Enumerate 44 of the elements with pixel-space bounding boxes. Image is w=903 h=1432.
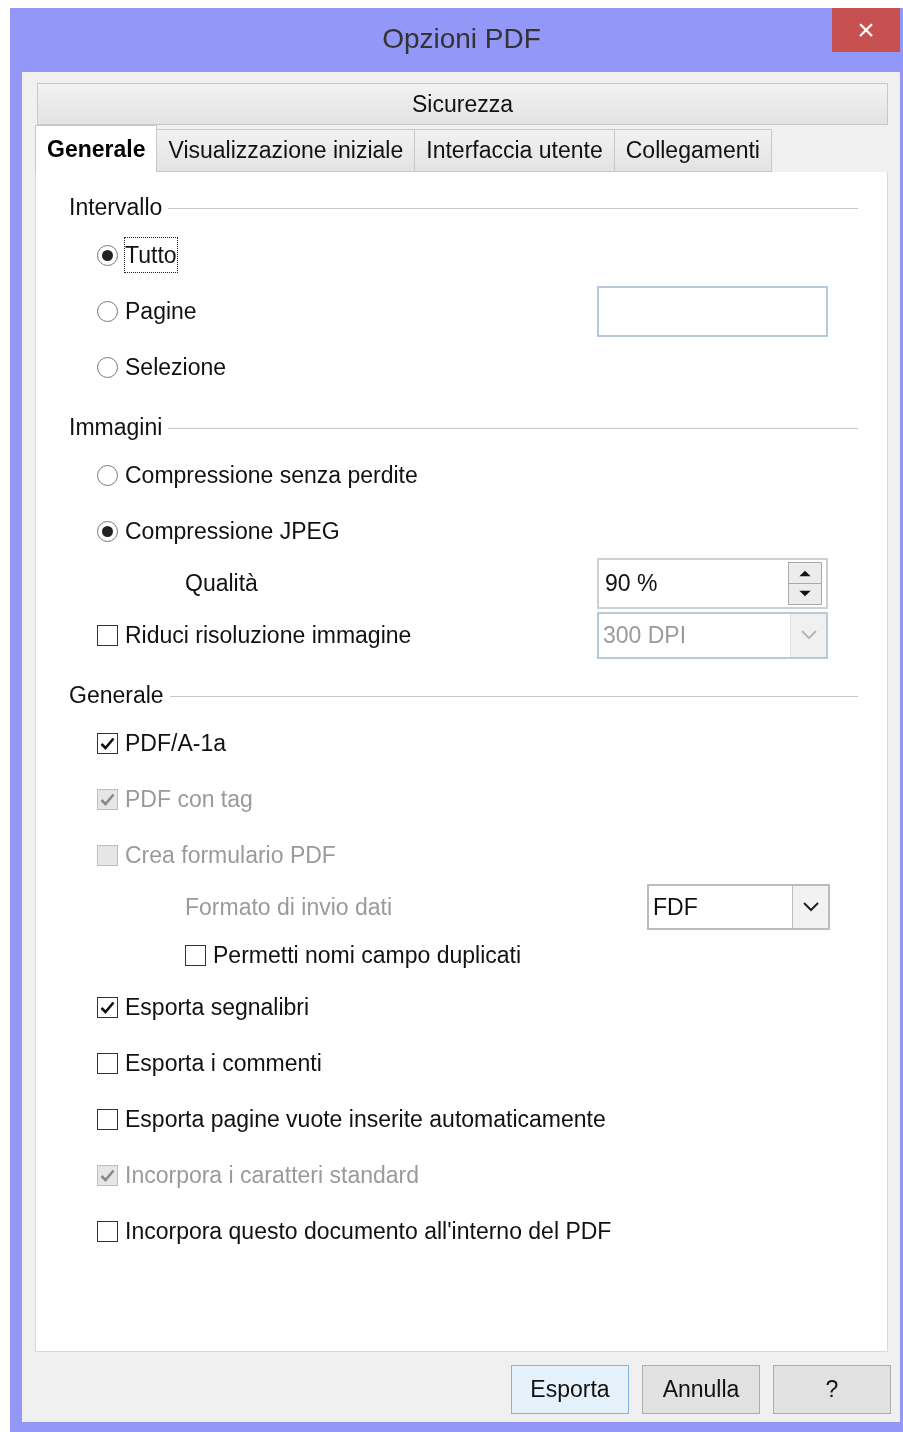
spin-field[interactable]: 90 % <box>597 557 828 609</box>
option-label: Riduci risoluzione immagine <box>125 620 412 650</box>
section-heading: Immagini <box>69 412 163 442</box>
option-label: Esporta segnalibri <box>125 992 310 1022</box>
option-label: Compressione JPEG <box>125 516 340 546</box>
tab[interactable]: Collegamenti <box>613 129 772 172</box>
option-label: Tutto <box>125 237 177 273</box>
field-label: Qualità <box>185 568 258 598</box>
section-heading: Intervallo <box>69 192 163 222</box>
spin-arrows-icon[interactable] <box>788 561 822 605</box>
checkbox[interactable] <box>97 1108 118 1130</box>
option-label: Incorpora i caratteri standard <box>125 1160 420 1190</box>
section-heading: Generale <box>69 680 164 710</box>
option-label: PDF con tag <box>125 784 253 814</box>
option-label: Pagine <box>125 296 197 326</box>
window-title: Opzioni PDF <box>382 22 541 56</box>
radio-button[interactable] <box>97 300 118 322</box>
tab[interactable]: Sicurezza <box>37 83 888 125</box>
radio-button[interactable] <box>97 464 118 486</box>
radio-button[interactable] <box>97 520 118 542</box>
option-label: Selezione <box>125 352 227 382</box>
tab[interactable]: Visualizzazione iniziale <box>156 129 416 172</box>
checkbox[interactable] <box>97 1220 118 1242</box>
option-label: Incorpora questo documento all'interno del PDF <box>125 1216 612 1246</box>
dialog-button[interactable]: Annulla <box>642 1365 760 1414</box>
checkbox[interactable] <box>97 624 118 646</box>
option-label: Compressione senza perdite <box>125 460 418 490</box>
field-label: Formato di invio dati <box>185 892 393 922</box>
dialog-button[interactable]: ? <box>773 1365 891 1414</box>
dialog-button[interactable]: Esporta <box>511 1365 629 1414</box>
checkbox[interactable] <box>97 1052 118 1074</box>
tab[interactable]: Interfaccia utente <box>414 129 615 172</box>
radio-button[interactable] <box>97 244 118 266</box>
option-label: PDF/A-1a <box>125 728 226 758</box>
radio-button[interactable] <box>97 356 118 378</box>
close-button[interactable]: × <box>832 8 900 52</box>
tab[interactable]: Generale <box>35 125 158 172</box>
checkbox[interactable] <box>97 732 118 754</box>
text-field[interactable] <box>597 285 828 337</box>
option-label: Permetti nomi campo duplicati <box>213 940 522 970</box>
option-label: Esporta i commenti <box>125 1048 322 1078</box>
option-label: Crea formulario PDF <box>125 840 336 870</box>
checkbox[interactable] <box>97 996 118 1018</box>
option-label: Esporta pagine vuote inserite automaticamente <box>125 1104 606 1134</box>
